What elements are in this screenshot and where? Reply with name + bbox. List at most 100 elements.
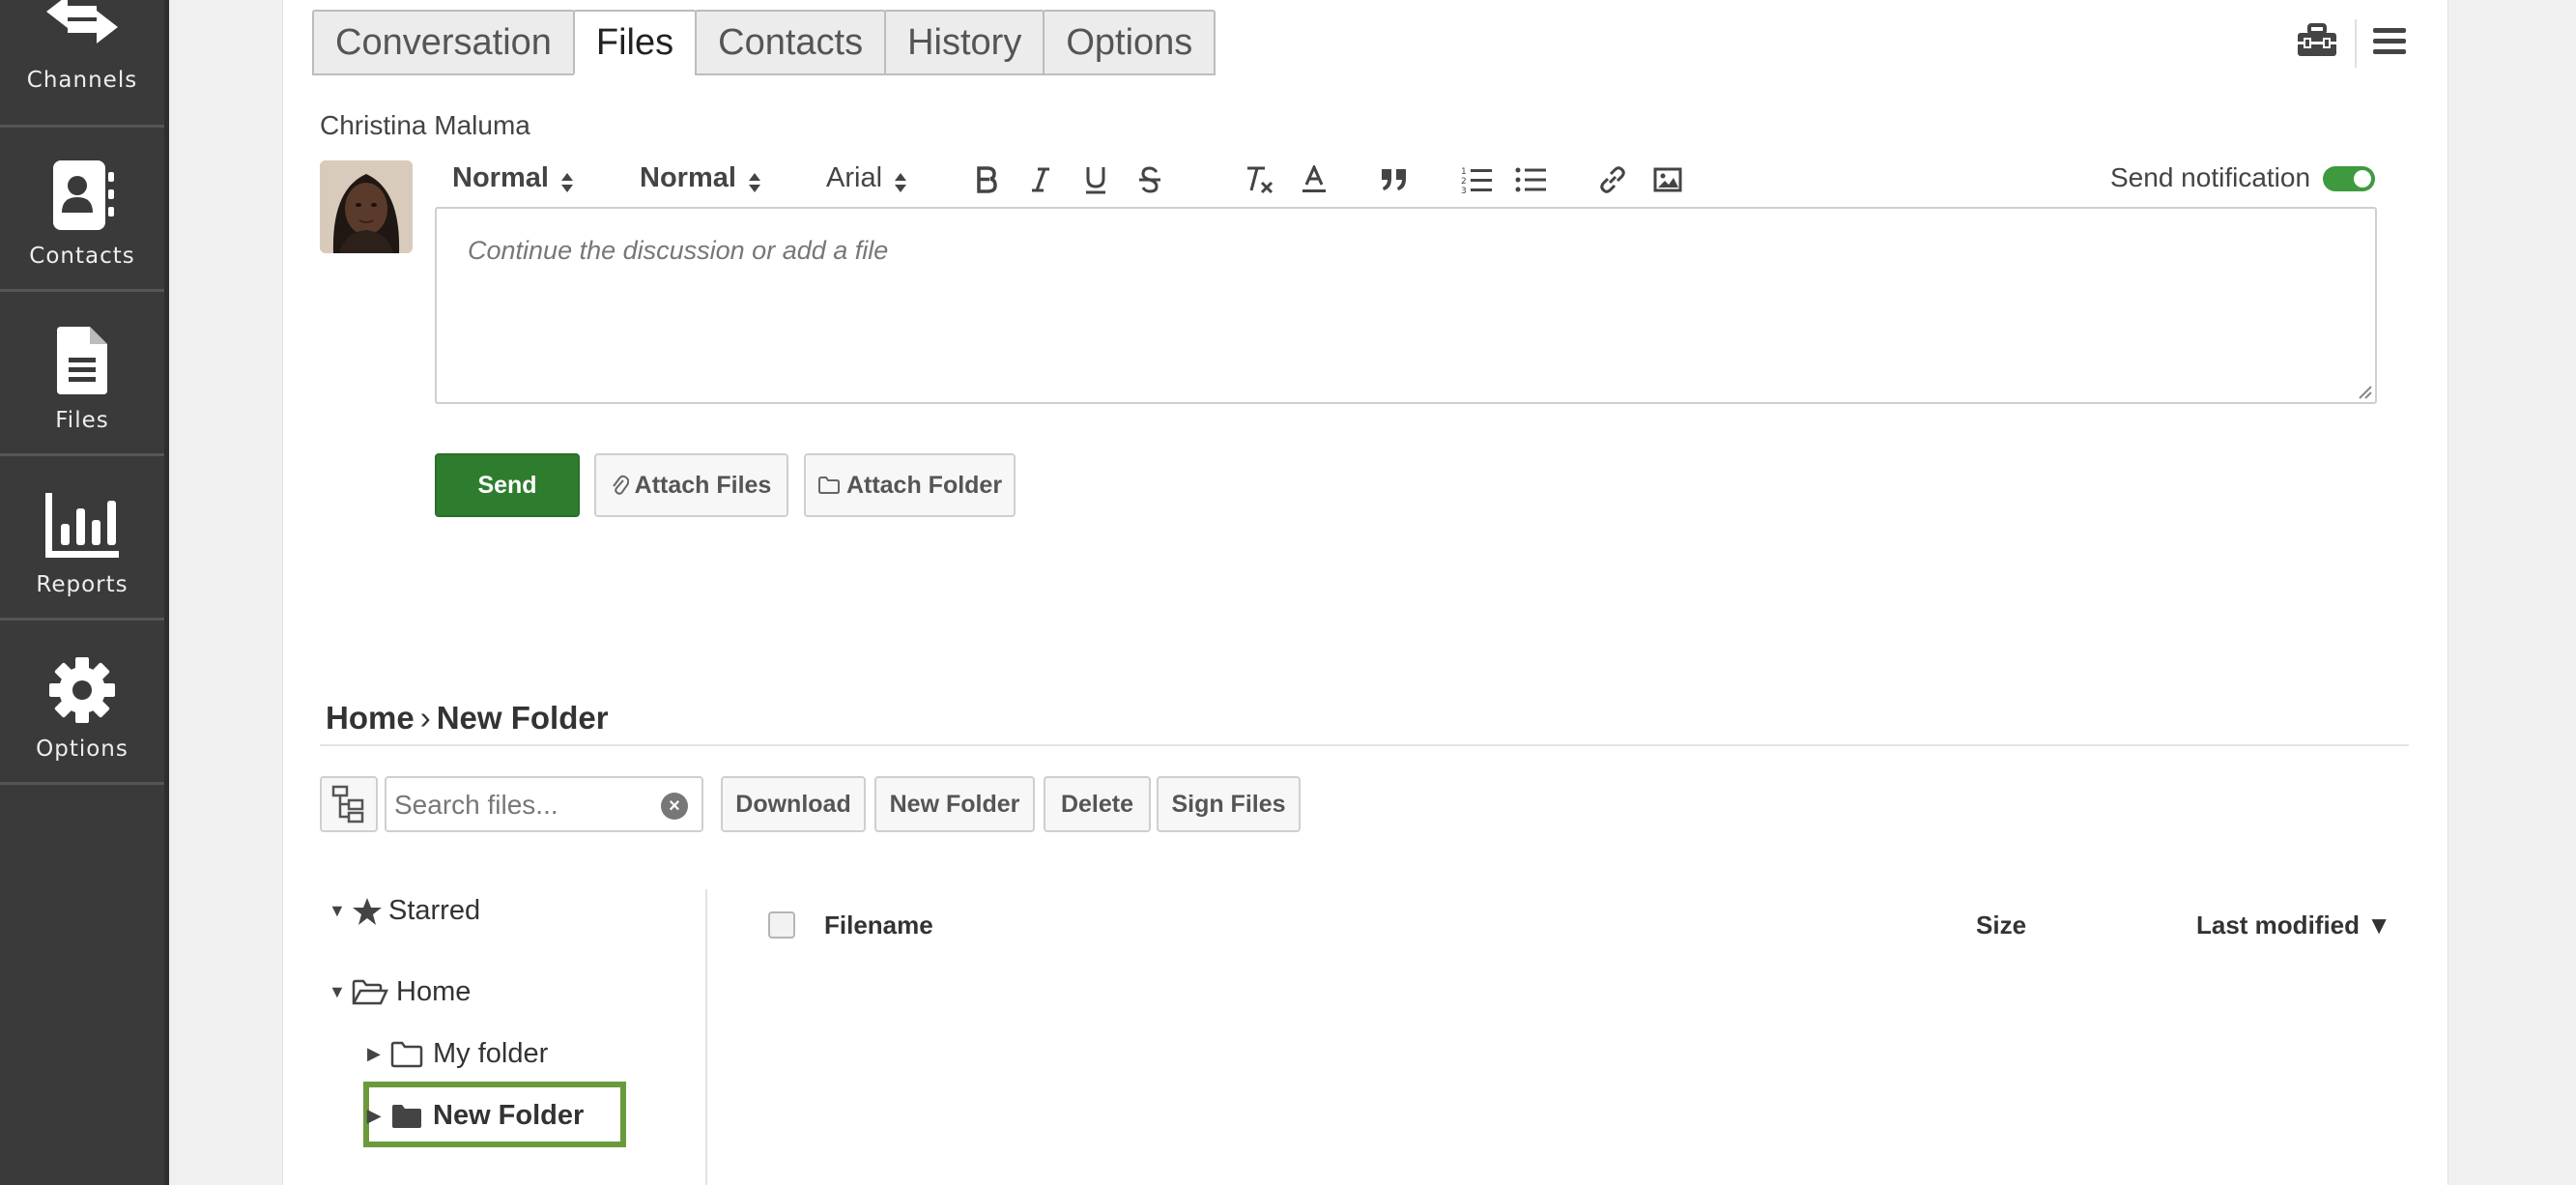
expanded-arrow-icon[interactable]: ▼ [329, 982, 352, 1002]
file-search: × [385, 776, 703, 832]
message-editor[interactable]: Continue the discussion or add a file [435, 207, 2377, 404]
font-select-value: Arial [826, 162, 883, 193]
strikethrough-icon[interactable] [1131, 162, 1169, 197]
tab-bar: Conversation Files Contacts History Opti… [312, 10, 1216, 75]
folder-filled-icon [390, 1103, 433, 1130]
breadcrumb-home[interactable]: Home [326, 700, 415, 736]
tree-pane-divider [705, 889, 707, 1185]
search-input[interactable] [394, 786, 655, 824]
resize-grip-icon[interactable] [2356, 383, 2373, 400]
tab-files[interactable]: Files [572, 10, 698, 75]
clear-format-icon[interactable] [1241, 162, 1279, 197]
sort-caret-icon [748, 173, 760, 193]
expanded-arrow-icon[interactable]: ▼ [329, 901, 352, 921]
tree-label-my-folder: My folder [433, 1038, 549, 1069]
app-sidebar: Channels Contacts Files Reports Options [0, 0, 169, 1185]
sidebar-item-channels[interactable]: Channels [0, 0, 164, 128]
clear-search-icon[interactable]: × [661, 793, 688, 820]
tab-conversation[interactable]: Conversation [312, 10, 575, 75]
sidebar-item-reports[interactable]: Reports [0, 456, 164, 621]
attach-folder-button[interactable]: Attach Folder [804, 453, 1016, 517]
tree-structure-icon [331, 785, 364, 824]
blockquote-icon[interactable] [1375, 162, 1414, 197]
sidebar-label-channels: Channels [26, 68, 138, 93]
bold-icon[interactable] [967, 162, 1006, 197]
header-divider [2355, 19, 2357, 68]
breadcrumb: Home › New Folder [326, 700, 609, 737]
author-name: Christina Maluma [320, 110, 530, 140]
svg-text:2: 2 [1461, 177, 1467, 187]
attach-files-button[interactable]: Attach Files [594, 453, 788, 517]
sort-caret-icon [895, 173, 907, 193]
toolbox-icon[interactable] [2296, 23, 2338, 63]
tree-view-toggle-button[interactable] [320, 776, 378, 832]
sidebar-item-files[interactable]: Files [0, 292, 164, 456]
attach-folder-label: Attach Folder [845, 471, 1003, 499]
breadcrumb-divider [320, 744, 2409, 746]
send-button[interactable]: Send [435, 453, 580, 517]
toggle-knob [2354, 170, 2371, 188]
hamburger-menu-icon[interactable] [2373, 27, 2406, 61]
folder-open-icon [352, 979, 396, 1006]
paperclip-icon [612, 475, 629, 495]
channels-arrows-icon [0, 0, 164, 48]
tree-item-my-folder[interactable]: ▶ My folder [367, 1038, 548, 1070]
tree-item-starred[interactable]: ▼ Starred [329, 895, 480, 927]
collapsed-arrow-icon[interactable]: ▶ [367, 1044, 390, 1064]
tab-options[interactable]: Options [1043, 10, 1216, 75]
column-header-last-modified[interactable]: Last modified ▼ [2196, 910, 2391, 940]
sidebar-label-reports: Reports [36, 572, 129, 597]
tree-label-new-folder: New Folder [433, 1100, 585, 1131]
underline-icon[interactable] [1076, 162, 1115, 197]
column-header-size[interactable]: Size [1976, 910, 2026, 940]
delete-button[interactable]: Delete [1044, 776, 1151, 832]
column-header-filename[interactable]: Filename [824, 910, 933, 940]
contacts-book-icon [0, 159, 164, 232]
heading-select-value: Normal [452, 162, 549, 193]
link-icon[interactable] [1593, 162, 1632, 197]
star-icon [352, 897, 388, 926]
breadcrumb-current: New Folder [436, 700, 609, 736]
italic-icon[interactable] [1021, 162, 1060, 197]
collapsed-arrow-icon[interactable]: ▶ [367, 1106, 390, 1126]
sort-caret-icon [560, 173, 573, 193]
font-select[interactable]: Arial [826, 162, 907, 194]
editor-placeholder: Continue the discussion or add a file [468, 236, 889, 265]
svg-text:1: 1 [1461, 167, 1467, 177]
sidebar-item-options[interactable]: Options [0, 621, 164, 785]
folder-outline-icon [817, 477, 840, 494]
text-color-icon[interactable] [1295, 162, 1333, 197]
select-all-checkbox[interactable] [768, 911, 795, 939]
tab-contacts[interactable]: Contacts [695, 10, 887, 75]
send-notification-toggle[interactable] [2323, 166, 2375, 191]
svg-text:3: 3 [1461, 187, 1467, 194]
breadcrumb-separator: › [419, 700, 431, 736]
avatar [320, 160, 413, 253]
tree-item-new-folder[interactable]: ▶ New Folder [367, 1100, 584, 1132]
format-toolbar: Normal Normal Arial 123 [435, 155, 1682, 203]
send-notification-label: Send notification [2110, 162, 2311, 192]
gear-icon [0, 655, 164, 725]
sidebar-label-options: Options [36, 737, 129, 762]
heading-select[interactable]: Normal [452, 162, 574, 194]
send-button-label: Send [477, 471, 537, 499]
sidebar-label-contacts: Contacts [29, 244, 135, 269]
file-icon [0, 325, 164, 396]
sidebar-item-contacts[interactable]: Contacts [0, 128, 164, 292]
size-select[interactable]: Normal [640, 162, 761, 194]
image-icon[interactable] [1648, 162, 1687, 197]
bar-chart-icon [0, 491, 164, 561]
attach-files-label: Attach Files [634, 471, 772, 499]
bullet-list-icon[interactable] [1511, 162, 1550, 197]
size-select-value: Normal [640, 162, 736, 193]
download-button[interactable]: Download [721, 776, 866, 832]
tree-label-home: Home [396, 976, 472, 1007]
ordered-list-icon[interactable]: 123 [1457, 162, 1496, 197]
sidebar-edge [164, 0, 169, 1185]
tree-label-starred: Starred [388, 895, 481, 926]
new-folder-button[interactable]: New Folder [874, 776, 1035, 832]
sign-files-button[interactable]: Sign Files [1157, 776, 1301, 832]
tree-item-home[interactable]: ▼ Home [329, 976, 471, 1008]
tab-history[interactable]: History [884, 10, 1045, 75]
sidebar-label-files: Files [55, 408, 109, 433]
